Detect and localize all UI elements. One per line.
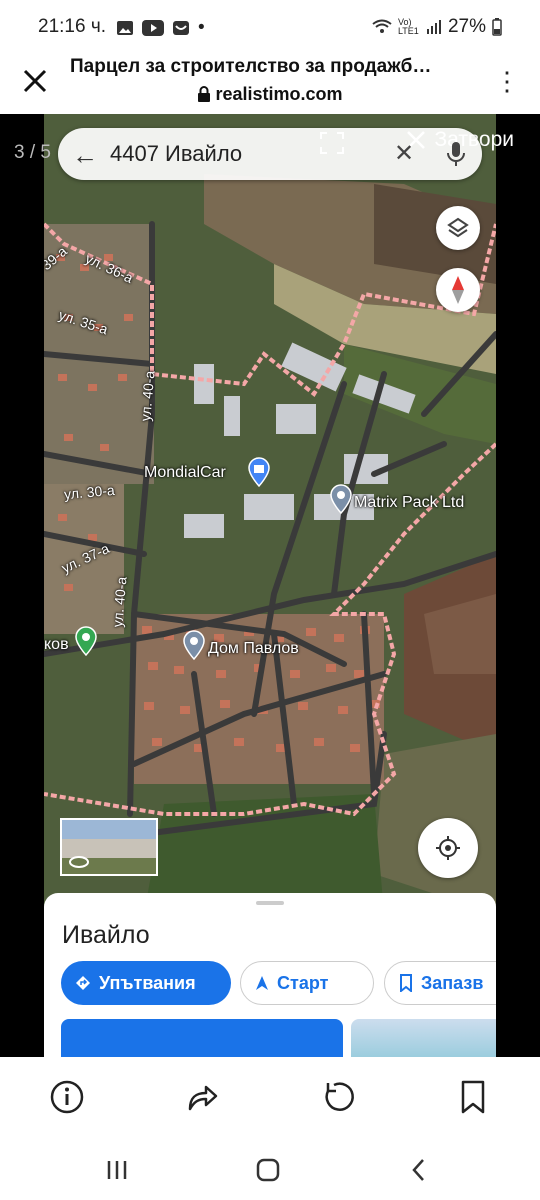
browser-header: Парцел за строителство за продажб… reali… bbox=[0, 52, 540, 114]
notification-icons: • bbox=[116, 17, 205, 39]
system-icons: Vo) LTE1 27% bbox=[372, 16, 502, 38]
save-button[interactable]: Запазв bbox=[384, 961, 496, 1005]
save-label: Запазв bbox=[421, 972, 484, 993]
compass-icon bbox=[452, 276, 464, 304]
place-label-dom-pavlov[interactable]: Дом Павлов bbox=[208, 640, 299, 658]
system-navigation-bar bbox=[0, 1137, 540, 1200]
map-search-bar[interactable]: ← 4407 Ивайло ✕ bbox=[58, 128, 482, 180]
location-pin-icon[interactable] bbox=[329, 484, 353, 514]
place-photo[interactable] bbox=[351, 1019, 496, 1057]
youtube-icon bbox=[142, 20, 164, 36]
street-view-thumbnail[interactable] bbox=[60, 818, 158, 876]
place-label-mondialcar[interactable]: MondialCar bbox=[144, 464, 226, 482]
image-counter: 3 / 5 bbox=[14, 142, 51, 163]
microphone-icon[interactable] bbox=[446, 140, 466, 168]
navigation-arrow-icon bbox=[256, 976, 268, 990]
place-photo[interactable] bbox=[61, 1019, 343, 1057]
clock: 21:16 ч. bbox=[38, 16, 107, 37]
home-icon[interactable] bbox=[255, 1157, 281, 1183]
signal-icon bbox=[426, 20, 441, 34]
start-button[interactable]: Старт bbox=[240, 961, 374, 1005]
shopping-pin-icon[interactable] bbox=[247, 457, 271, 487]
place-label-matrix-pack[interactable]: Matrix Pack Ltd bbox=[354, 494, 464, 512]
bookmark-icon[interactable] bbox=[455, 1079, 491, 1115]
search-query[interactable]: 4407 Ивайло bbox=[110, 141, 242, 167]
directions-button[interactable]: Упътвания bbox=[61, 961, 231, 1005]
start-label: Старт bbox=[277, 972, 329, 993]
my-location-button[interactable] bbox=[418, 818, 478, 878]
gallery-icon bbox=[117, 21, 133, 35]
rotate-360-icon bbox=[69, 856, 89, 868]
wifi-icon bbox=[372, 19, 392, 33]
share-icon[interactable] bbox=[184, 1079, 220, 1115]
status-bar: 21:16 ч. • Vo) LTE1 27% bbox=[0, 0, 540, 52]
place-name: Ивайло bbox=[62, 921, 150, 949]
compass-button[interactable] bbox=[436, 268, 480, 312]
back-arrow-icon[interactable]: ← bbox=[72, 140, 98, 171]
bookmark-icon bbox=[400, 974, 412, 992]
battery-icon bbox=[492, 18, 502, 36]
lock-icon bbox=[198, 86, 211, 102]
directions-label: Упътвания bbox=[99, 972, 196, 993]
page-title: Парцел за строителство за продажб… bbox=[70, 56, 432, 77]
more-options-icon[interactable]: ⋮ bbox=[494, 66, 520, 97]
gallery-action-bar bbox=[0, 1057, 540, 1137]
rotate-icon[interactable] bbox=[320, 1079, 356, 1115]
network-type: Vo) LTE1 bbox=[397, 17, 419, 36]
recent-apps-icon[interactable] bbox=[104, 1157, 130, 1183]
url-text: realistimo.com bbox=[215, 84, 343, 104]
battery-level: 27% bbox=[447, 16, 486, 37]
directions-icon bbox=[76, 976, 90, 990]
crosshair-icon bbox=[436, 836, 460, 860]
layers-button[interactable] bbox=[436, 206, 480, 250]
place-label-kov[interactable]: ков bbox=[44, 636, 69, 654]
clear-icon[interactable]: ✕ bbox=[394, 139, 414, 168]
park-pin-icon[interactable] bbox=[74, 626, 98, 656]
back-icon[interactable] bbox=[406, 1157, 432, 1183]
info-icon[interactable] bbox=[49, 1079, 85, 1115]
mail-icon bbox=[173, 21, 189, 35]
place-bottom-sheet[interactable]: Ивайло Упътвания Старт Запазв bbox=[44, 893, 496, 1057]
layers-icon bbox=[447, 217, 469, 238]
more-notifications-dot-icon: • bbox=[198, 17, 205, 38]
drag-handle[interactable] bbox=[256, 901, 284, 905]
url-display[interactable]: realistimo.com bbox=[0, 84, 540, 105]
location-pin-icon[interactable] bbox=[182, 630, 206, 660]
